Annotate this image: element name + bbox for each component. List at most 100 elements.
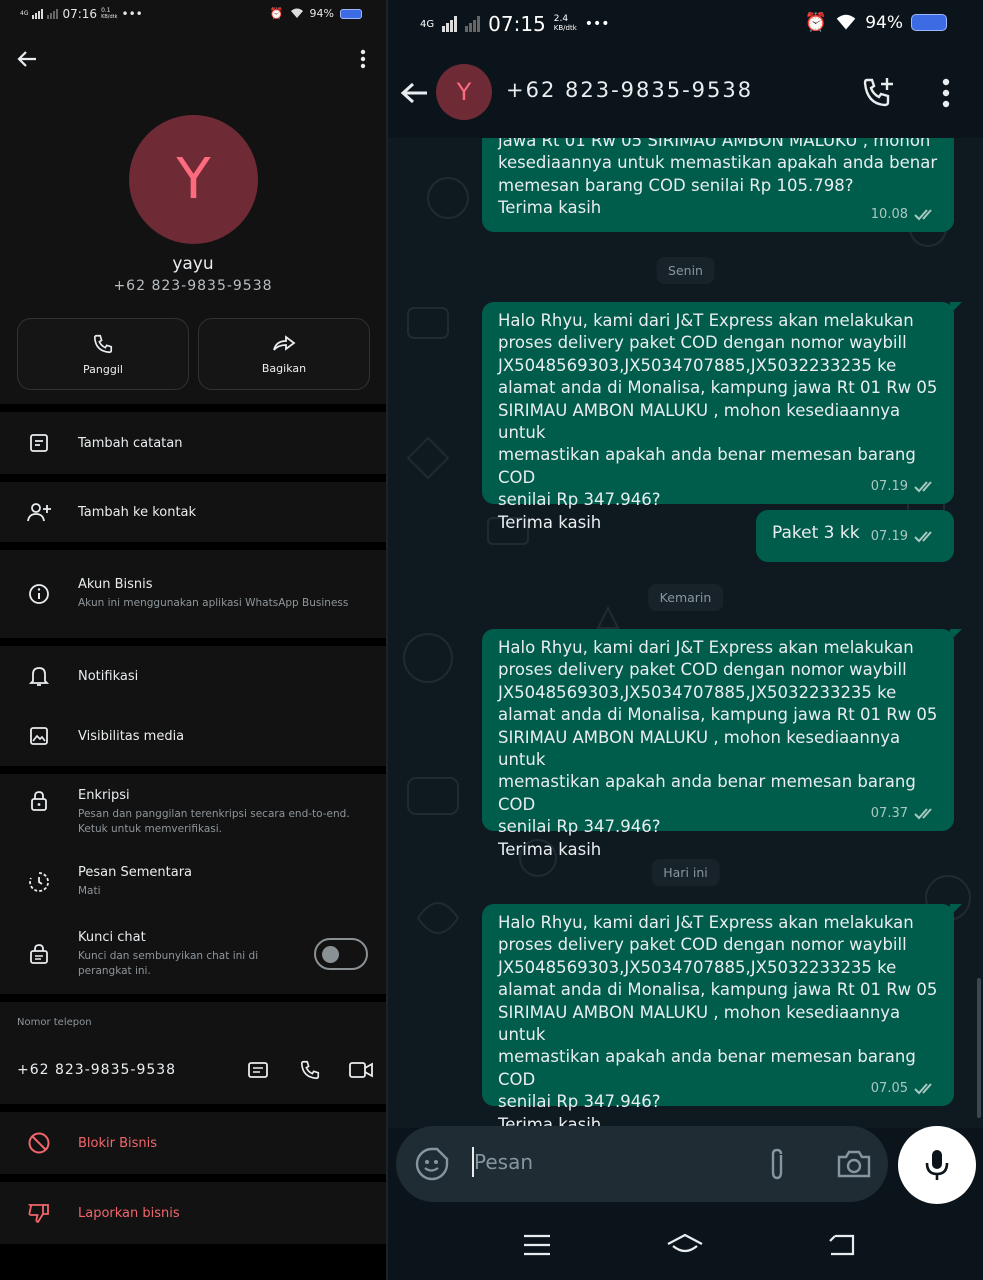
attach-icon[interactable]	[760, 1146, 794, 1182]
speed-value: 2.4	[553, 14, 569, 24]
message-bubble[interactable]: jawa Rt 01 Rw 05 SIRIMAU AMBON MALUKU , …	[482, 138, 954, 232]
business-account-row[interactable]: Akun Bisnis Akun ini menggunakan aplikas…	[0, 550, 386, 638]
phone-call-icon[interactable]	[296, 1056, 324, 1084]
chat-lock-icon	[26, 941, 52, 967]
section-divider	[0, 1104, 386, 1112]
menu-nav-icon[interactable]	[522, 1232, 552, 1258]
add-call-icon[interactable]	[858, 74, 898, 112]
block-business-label: Blokir Bisnis	[78, 1135, 158, 1151]
disappearing-status: Mati	[78, 885, 101, 897]
encryption-subtitle: Pesan dan panggilan terenkripsi secara e…	[78, 807, 350, 835]
chat-title[interactable]: +62 823-9835-9538	[506, 78, 753, 102]
back-arrow-icon[interactable]	[12, 44, 42, 74]
bubble-tail	[950, 302, 962, 314]
more-status-dots: •••	[584, 16, 610, 32]
message-time: 10.08	[870, 206, 908, 222]
message-bubble[interactable]: Halo Rhyu, kami dari J&T Express akan me…	[482, 629, 962, 859]
message-meta: 07.19	[871, 526, 940, 548]
contact-avatar[interactable]: Y	[129, 115, 258, 244]
message-time: 07.19	[870, 528, 908, 544]
alarm-icon: ⏰	[269, 7, 284, 20]
signal-icon	[442, 16, 458, 32]
block-business-row[interactable]: Blokir Bisnis	[0, 1112, 386, 1174]
message-bubble[interactable]: Paket 3 kk 07.19	[756, 510, 954, 562]
video-call-icon[interactable]	[346, 1056, 376, 1084]
double-check-icon	[914, 1083, 932, 1095]
message-meta: 07.19	[871, 476, 940, 498]
message-bubble[interactable]: Halo Rhyu, kami dari J&T Express akan me…	[482, 302, 962, 532]
signal-2-icon	[47, 9, 59, 19]
speed-unit: KB/dtk	[553, 24, 577, 32]
status-bar: 4G 07:15 2.4 KB/dtk ••• ⏰ 94%	[388, 0, 983, 46]
chat-lock-toggle[interactable]	[314, 938, 368, 970]
date-separator: Kemarin	[647, 584, 724, 611]
phone-number-row[interactable]: +62 823-9835-9538	[0, 1042, 386, 1098]
double-check-icon	[914, 808, 932, 820]
network-type: 4G	[20, 10, 29, 17]
home-nav-icon[interactable]	[664, 1230, 706, 1260]
share-button-label: Bagikan	[261, 361, 307, 375]
phone-section-label: Nomor telepon	[17, 1017, 92, 1028]
notifications-row[interactable]: Notifikasi	[0, 646, 386, 706]
notifications-label: Notifikasi	[78, 668, 139, 684]
section-divider	[0, 638, 386, 646]
add-contact-row[interactable]: Tambah ke kontak	[0, 482, 386, 542]
chat-header: Y +62 823-9835-9538	[388, 46, 983, 138]
data-speed: 2.4 KB/dtk	[554, 15, 577, 33]
more-options-icon[interactable]	[936, 74, 956, 112]
add-note-row[interactable]: Tambah catatan	[0, 412, 386, 474]
section-divider	[0, 994, 386, 1002]
camera-icon[interactable]	[834, 1146, 874, 1182]
chat-panel: 4G 07:15 2.4 KB/dtk ••• ⏰ 94% Y +62 823-…	[388, 0, 983, 1280]
voice-message-button[interactable]	[898, 1126, 976, 1204]
data-speed: 0.1 KB/dtk	[101, 8, 118, 21]
bubble-tail	[950, 904, 962, 916]
network-type: 4G	[420, 18, 435, 30]
status-bar: 4G 07:16 0.1 KB/dtk ••• ⏰ 94%	[0, 0, 386, 30]
share-button[interactable]: Bagikan	[198, 318, 370, 390]
toggle-knob	[322, 946, 339, 963]
wifi-icon	[290, 8, 303, 18]
more-options-icon[interactable]	[350, 44, 376, 74]
message-text: Halo Rhyu, kami dari J&T Express akan me…	[498, 311, 938, 532]
report-business-row[interactable]: Laporkan bisnis	[0, 1182, 386, 1244]
phone-number-value: +62 823-9835-9538	[17, 1062, 177, 1078]
scrollbar[interactable]	[977, 978, 981, 1118]
message-bubble[interactable]: Halo Rhyu, kami dari J&T Express akan me…	[482, 904, 962, 1128]
section-divider	[0, 1174, 386, 1182]
sticker-icon[interactable]	[414, 1146, 450, 1182]
more-status-dots: •••	[121, 7, 143, 21]
clock: 07:15	[488, 12, 546, 36]
contact-name: yayu	[172, 254, 214, 274]
message-time: 07.05	[870, 1080, 908, 1096]
business-account-subtitle: Akun ini menggunakan aplikasi WhatsApp B…	[78, 597, 349, 609]
message-time: 07.37	[870, 805, 908, 821]
info-icon	[26, 581, 52, 607]
back-arrow-icon[interactable]	[396, 76, 432, 110]
note-icon	[26, 430, 52, 456]
message-input-bar[interactable]: Pesan	[396, 1126, 888, 1202]
message-icon[interactable]	[244, 1056, 272, 1084]
bell-icon	[26, 663, 52, 689]
message-input[interactable]: Pesan	[474, 1150, 533, 1174]
call-button[interactable]: Panggil	[17, 318, 189, 390]
media-visibility-row[interactable]: Visibilitas media	[0, 706, 386, 766]
chat-lock-row[interactable]: Kunci chat Kunci dan sembunyikan chat in…	[0, 914, 386, 994]
share-icon	[273, 334, 296, 351]
battery-percent: 94%	[865, 12, 903, 33]
add-contact-label: Tambah ke kontak	[78, 504, 197, 520]
message-meta: 07.37	[871, 803, 940, 825]
encryption-row[interactable]: Enkripsi Pesan dan panggilan terenkripsi…	[0, 774, 386, 850]
message-list[interactable]: jawa Rt 01 Rw 05 SIRIMAU AMBON MALUKU , …	[388, 138, 983, 1128]
system-nav-bar	[388, 1210, 983, 1280]
back-nav-icon[interactable]	[826, 1232, 858, 1258]
section-divider	[0, 542, 386, 550]
block-icon	[26, 1130, 52, 1156]
double-check-icon	[914, 481, 932, 493]
signal-icon	[32, 9, 44, 19]
chat-avatar[interactable]: Y	[436, 64, 492, 120]
disappearing-messages-row[interactable]: Pesan Sementara Mati	[0, 850, 386, 914]
thumbs-down-icon	[26, 1200, 52, 1226]
speed-unit: KB/dtk	[101, 14, 118, 20]
double-check-icon	[914, 531, 932, 543]
